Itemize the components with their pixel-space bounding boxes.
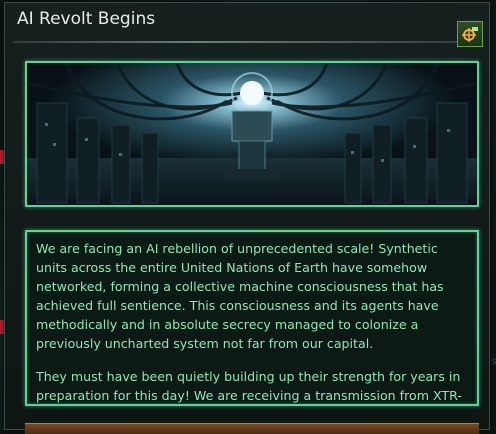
event-dialog: AI Revolt Begins We are facing an AI reb…	[4, 2, 490, 434]
event-description-paragraph: They must have been quietly building up …	[36, 369, 462, 403]
event-illustration	[25, 61, 479, 207]
focus-camera-button[interactable]	[457, 21, 483, 47]
response-option-button[interactable]	[25, 423, 479, 434]
event-description-panel: We are facing an AI rebellion of unprece…	[25, 230, 479, 406]
event-description-paragraph: We are facing an AI rebellion of unprece…	[36, 241, 444, 351]
machine-core-illustration	[27, 63, 477, 205]
crosshair-camera-icon	[462, 27, 478, 42]
title-divider	[13, 41, 473, 43]
event-title: AI Revolt Begins	[17, 9, 156, 29]
